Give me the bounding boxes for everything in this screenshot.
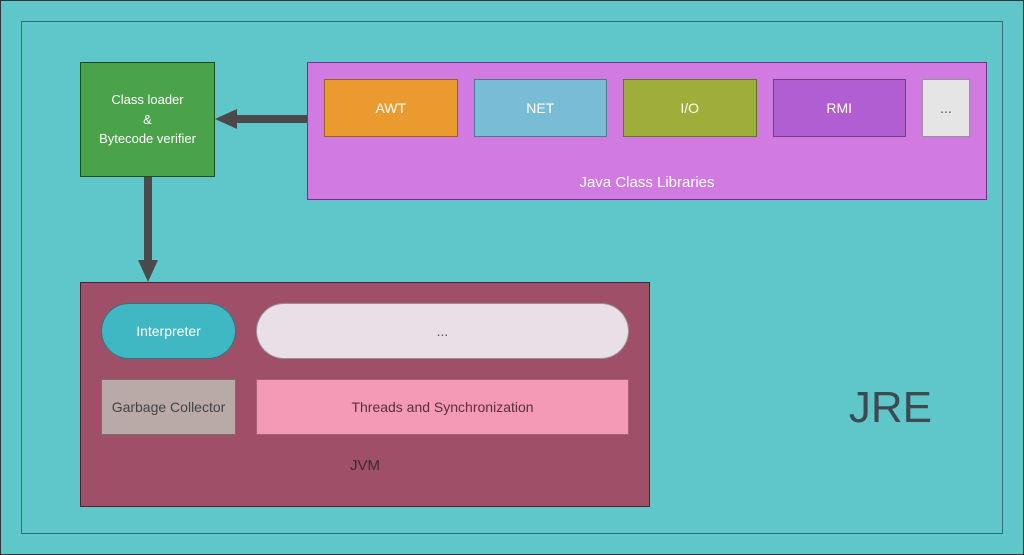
arrow-jcl-to-classloader (215, 106, 307, 132)
lib-io: I/O (623, 79, 757, 137)
jvm-title: JVM (101, 455, 629, 474)
java-class-libraries-box: AWT NET I/O RMI ... Java Class Libraries (307, 62, 987, 200)
classloader-line3: Bytecode verifier (99, 129, 196, 149)
lib-awt: AWT (324, 79, 458, 137)
classloader-box: Class loader & Bytecode verifier (80, 62, 215, 177)
jre-container: JRE Class loader & Bytecode verifier AWT… (21, 21, 1003, 534)
lib-rmi: RMI (773, 79, 907, 137)
interpreter-pill: Interpreter (101, 303, 236, 359)
jvm-row-1: Interpreter ... (101, 303, 629, 359)
jcl-title: Java Class Libraries (324, 160, 970, 191)
lib-more: ... (922, 79, 970, 137)
jcl-row: AWT NET I/O RMI ... (324, 79, 970, 160)
garbage-collector-box: Garbage Collector (101, 379, 236, 435)
classloader-line1: Class loader (99, 90, 196, 110)
jvm-row-2: Garbage Collector Threads and Synchroniz… (101, 379, 629, 435)
classloader-line2: & (99, 110, 196, 130)
arrow-classloader-to-jvm (135, 177, 161, 282)
lib-net: NET (474, 79, 608, 137)
jvm-box: Interpreter ... Garbage Collector Thread… (80, 282, 650, 507)
jvm-more-pill: ... (256, 303, 629, 359)
threads-sync-box: Threads and Synchronization (256, 379, 629, 435)
jre-label: JRE (849, 383, 932, 433)
